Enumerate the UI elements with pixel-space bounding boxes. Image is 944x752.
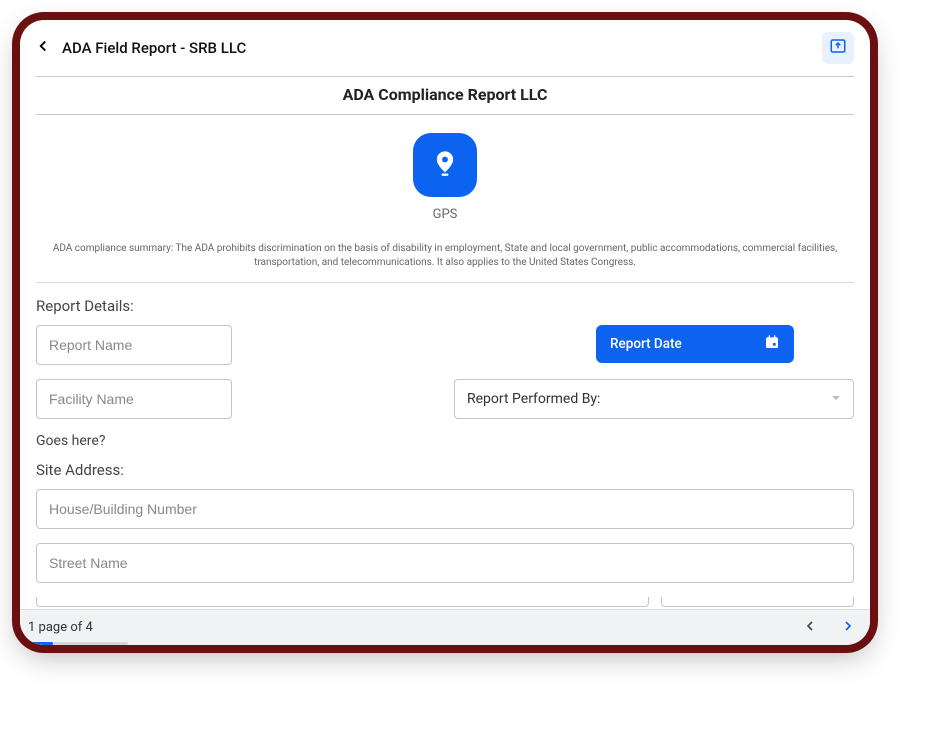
compliance-summary: ADA compliance summary: The ADA prohibit…	[36, 232, 854, 283]
goes-here-label: Goes here?	[36, 433, 854, 449]
partial-row	[36, 597, 854, 607]
calendar-icon	[764, 334, 780, 354]
facility-name-input[interactable]	[36, 379, 232, 419]
next-page-button[interactable]	[840, 618, 856, 638]
content-area: ADA Compliance Report LLC GPS ADA compli…	[20, 72, 870, 609]
device-frame: ADA Field Report - SRB LLC ADA Complianc…	[20, 20, 870, 645]
partial-input-left[interactable]	[36, 597, 649, 607]
performed-by-label: Report Performed By:	[467, 391, 600, 407]
chevron-down-icon	[831, 391, 841, 407]
site-address-label: Site Address:	[36, 453, 854, 489]
report-company-title: ADA Compliance Report LLC	[36, 76, 854, 115]
export-icon	[829, 37, 847, 59]
footer-bar: 1 page of 4	[20, 609, 870, 645]
performed-by-select[interactable]: Report Performed By:	[454, 379, 854, 419]
gps-label: GPS	[433, 207, 458, 222]
row-report-name-date: Report Date	[36, 325, 854, 365]
report-details-label: Report Details:	[36, 283, 854, 325]
nav-arrows	[802, 618, 856, 638]
gps-section: GPS	[36, 115, 854, 232]
page-indicator: 1 page of 4	[28, 620, 93, 635]
back-arrow-icon	[34, 37, 52, 59]
header-title: ADA Field Report - SRB LLC	[62, 39, 246, 57]
row-facility-performer: Report Performed By:	[36, 379, 854, 419]
col-facility	[36, 379, 436, 419]
export-button[interactable]	[822, 32, 854, 64]
chevron-left-icon	[802, 619, 818, 638]
report-date-button[interactable]: Report Date	[596, 325, 794, 363]
header-bar: ADA Field Report - SRB LLC	[20, 20, 870, 72]
house-number-input[interactable]	[36, 489, 854, 529]
col-report-date: Report Date	[454, 323, 854, 365]
gps-button[interactable]	[413, 133, 477, 197]
prev-page-button[interactable]	[802, 618, 818, 638]
partial-input-right[interactable]	[661, 597, 854, 607]
location-pin-icon	[431, 149, 459, 181]
back-group[interactable]: ADA Field Report - SRB LLC	[34, 37, 246, 59]
report-name-input[interactable]	[36, 325, 232, 365]
col-performer: Report Performed By:	[454, 379, 854, 419]
report-date-label: Report Date	[610, 336, 682, 352]
street-name-input[interactable]	[36, 543, 854, 583]
col-report-name	[36, 325, 436, 365]
progress-track	[28, 642, 128, 645]
chevron-right-icon	[840, 619, 856, 638]
progress-fill	[28, 642, 53, 645]
